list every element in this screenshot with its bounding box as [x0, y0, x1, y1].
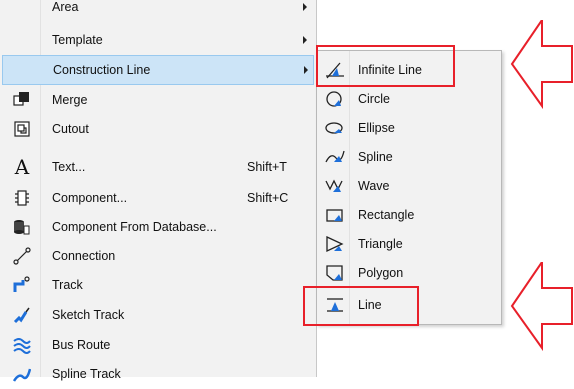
menu-item-sketch-track[interactable]: Sketch Track: [0, 300, 316, 330]
menu-item-connection[interactable]: Connection: [0, 241, 316, 271]
wave-icon: [325, 177, 345, 195]
connection-icon: [13, 247, 31, 265]
ellipse-icon: [325, 119, 345, 137]
menu-item-label: Track: [52, 278, 83, 292]
menu-item-label: Construction Line: [53, 63, 151, 77]
bus-route-icon: [13, 336, 31, 354]
spline-icon: [325, 148, 345, 166]
submenu-arrow-icon: [303, 3, 307, 11]
annotation-box-infinite-line: [316, 45, 455, 87]
menu-item-component-from-database[interactable]: Component From Database...: [0, 212, 316, 242]
submenu-item-label: Spline: [358, 150, 393, 164]
submenu-item-ellipse[interactable]: Ellipse: [317, 114, 501, 143]
shortcut-label: Shift+T: [247, 160, 287, 174]
submenu-item-label: Triangle: [358, 237, 403, 251]
sketch-track-icon: [13, 306, 31, 324]
menu-item-label: Component...: [52, 191, 128, 205]
menu-item-label: Text...: [52, 160, 86, 174]
submenu-item-label: Circle: [358, 92, 390, 106]
menu-item-label: Cutout: [52, 122, 89, 136]
construction-line-submenu: Infinite Line Circle Ellipse Spline Wave…: [316, 50, 502, 325]
menu-item-track[interactable]: Track: [0, 270, 316, 300]
menu-item-construction-line[interactable]: Construction Line: [2, 55, 314, 85]
submenu-item-label: Wave: [358, 179, 390, 193]
submenu-item-label: Rectangle: [358, 208, 415, 222]
menu-item-label: Connection: [52, 249, 116, 263]
submenu-item-rectangle[interactable]: Rectangle: [317, 201, 501, 230]
polygon-icon: [325, 264, 345, 282]
annotation-arrow-icon: [510, 262, 573, 352]
cutout-icon: [13, 120, 31, 138]
context-menu: Area Template Construction Line Merge Cu…: [0, 0, 317, 382]
submenu-item-circle[interactable]: Circle: [317, 85, 501, 114]
menu-item-label: Spline Track: [52, 367, 121, 381]
menu-item-label: Component From Database...: [52, 220, 217, 234]
track-icon: [13, 276, 31, 294]
submenu-item-triangle[interactable]: Triangle: [317, 230, 501, 259]
submenu-item-spline[interactable]: Spline: [317, 143, 501, 172]
submenu-item-label: Ellipse: [358, 121, 395, 135]
menu-item-area[interactable]: Area: [0, 0, 316, 22]
submenu-item-polygon[interactable]: Polygon: [317, 259, 501, 288]
menu-item-template[interactable]: Template: [0, 25, 316, 55]
database-icon: [13, 218, 31, 236]
menu-item-label: Template: [52, 33, 103, 47]
triangle-icon: [325, 235, 345, 253]
menu-item-label: Sketch Track: [52, 308, 125, 322]
submenu-arrow-icon: [304, 66, 308, 74]
text-icon: A: [14, 155, 30, 179]
menu-item-merge[interactable]: Merge: [0, 85, 316, 115]
submenu-item-wave[interactable]: Wave: [317, 172, 501, 201]
menu-item-label: Area: [52, 0, 79, 14]
rectangle-icon: [325, 206, 345, 224]
annotation-box-line: [303, 286, 419, 326]
shortcut-label: Shift+C: [247, 191, 289, 205]
component-icon: [13, 189, 31, 207]
submenu-arrow-icon: [303, 36, 307, 44]
circle-icon: [325, 90, 345, 108]
menu-item-text[interactable]: A Text... Shift+T: [0, 152, 316, 182]
menu-item-label: Bus Route: [52, 338, 111, 352]
menu-item-spline-track[interactable]: Spline Track: [0, 359, 316, 389]
annotation-arrow-icon: [510, 20, 573, 110]
menu-item-label: Merge: [52, 93, 88, 107]
menu-item-component[interactable]: Component... Shift+C: [0, 183, 316, 213]
menu-item-cutout[interactable]: Cutout: [0, 114, 316, 144]
menu-item-bus-route[interactable]: Bus Route: [0, 330, 316, 360]
spline-track-icon: [13, 365, 31, 383]
submenu-item-label: Polygon: [358, 266, 404, 280]
merge-icon: [13, 91, 31, 109]
